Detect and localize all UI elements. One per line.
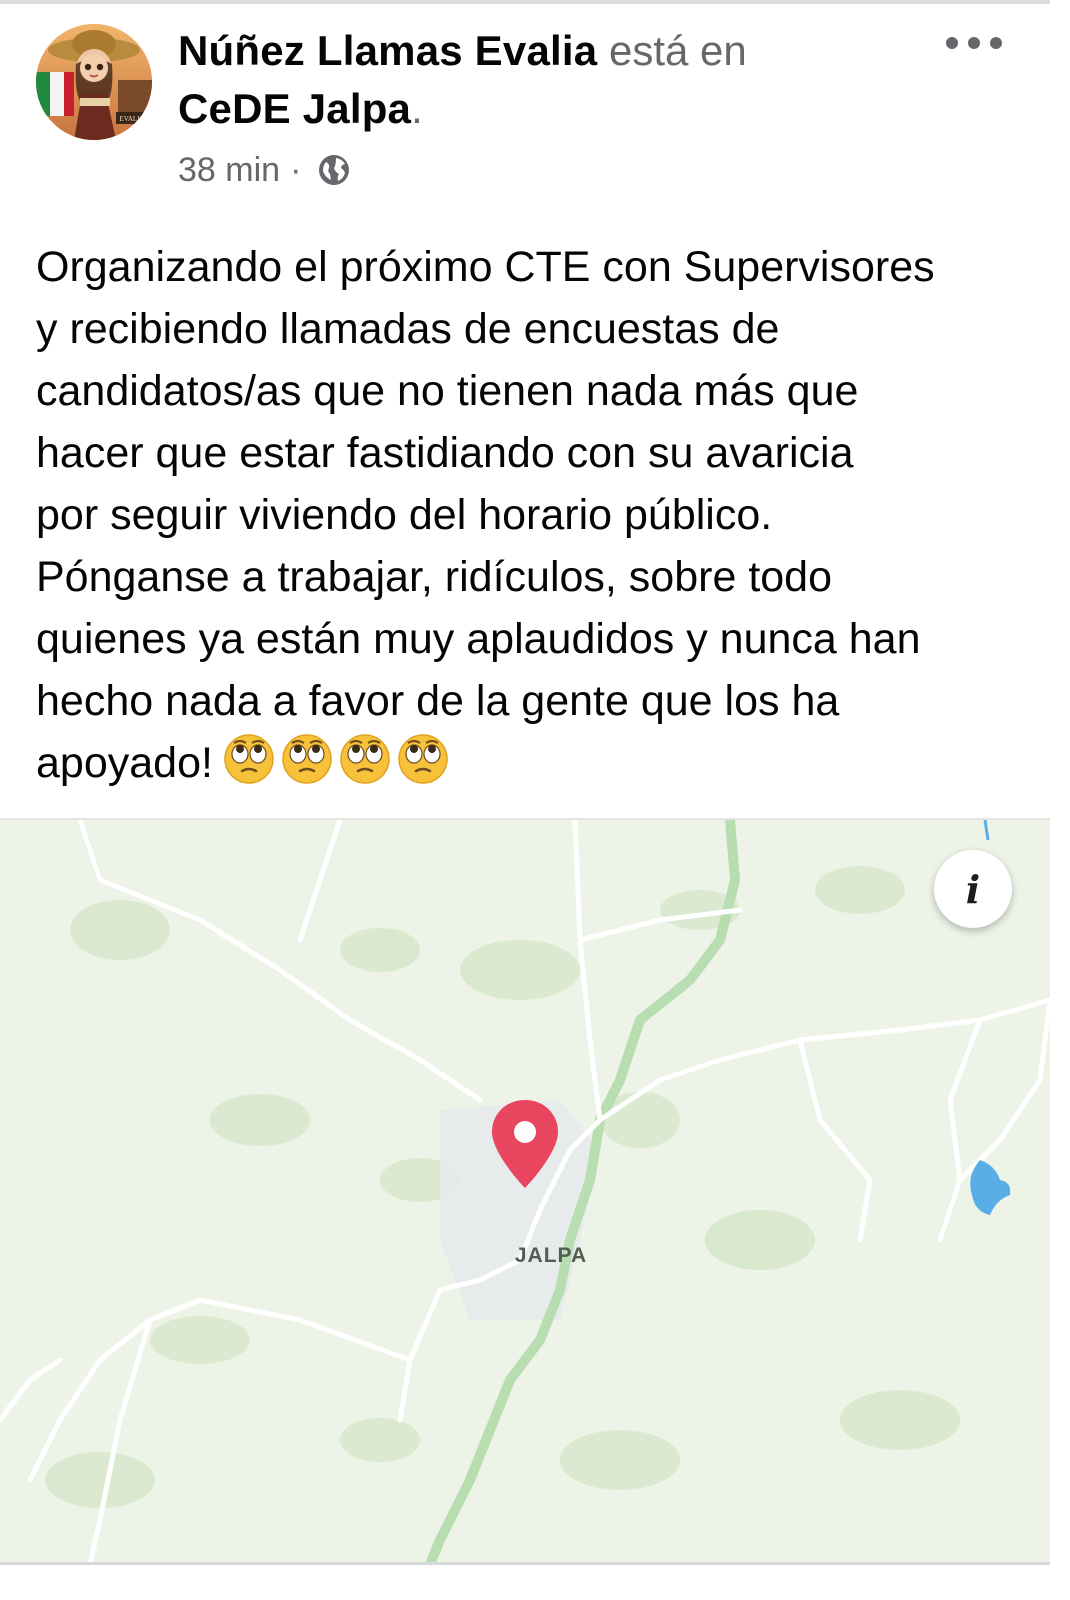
right-margin bbox=[1050, 0, 1070, 1600]
post-body: Organizando el próximo CTE con Superviso… bbox=[36, 243, 935, 787]
map-info-button[interactable]: i bbox=[934, 850, 1012, 928]
rolling-eyes-emoji-icon bbox=[282, 734, 332, 784]
rolling-eyes-emoji-icon bbox=[398, 734, 448, 784]
rolling-eyes-emoji-icon bbox=[224, 734, 274, 784]
top-divider bbox=[0, 0, 1070, 4]
map-background bbox=[0, 820, 1050, 1564]
map-city-label: JALPA bbox=[514, 1244, 588, 1267]
more-options-icon[interactable] bbox=[946, 30, 1002, 56]
post-meta: 38 min · bbox=[178, 148, 351, 192]
place-name[interactable]: CeDE Jalpa bbox=[178, 85, 411, 132]
rolling-eyes-emoji-icon bbox=[340, 734, 390, 784]
location-map[interactable] bbox=[0, 818, 1050, 1564]
bottom-divider bbox=[0, 1562, 1050, 1565]
meta-separator: · bbox=[290, 150, 302, 189]
post-text: Organizando el próximo CTE con Superviso… bbox=[36, 236, 1046, 794]
post-header: Núñez Llamas Evalia está en bbox=[178, 26, 747, 76]
author-name[interactable]: Núñez Llamas Evalia bbox=[178, 27, 597, 74]
post-header-place: CeDE Jalpa. bbox=[178, 84, 423, 134]
avatar-badge-text: EVALIA bbox=[119, 115, 144, 123]
checkin-connector: está en bbox=[608, 27, 747, 74]
globe-icon[interactable] bbox=[317, 153, 351, 187]
location-pin-icon[interactable] bbox=[490, 1098, 560, 1190]
bottom-margin bbox=[0, 1562, 1050, 1600]
author-avatar[interactable]: EVALIA bbox=[36, 24, 152, 140]
more-dot bbox=[968, 37, 980, 49]
place-suffix: . bbox=[411, 85, 423, 132]
more-dot bbox=[990, 37, 1002, 49]
more-dot bbox=[946, 37, 958, 49]
emoji-group bbox=[223, 733, 449, 785]
post-time[interactable]: 38 min bbox=[178, 151, 280, 190]
